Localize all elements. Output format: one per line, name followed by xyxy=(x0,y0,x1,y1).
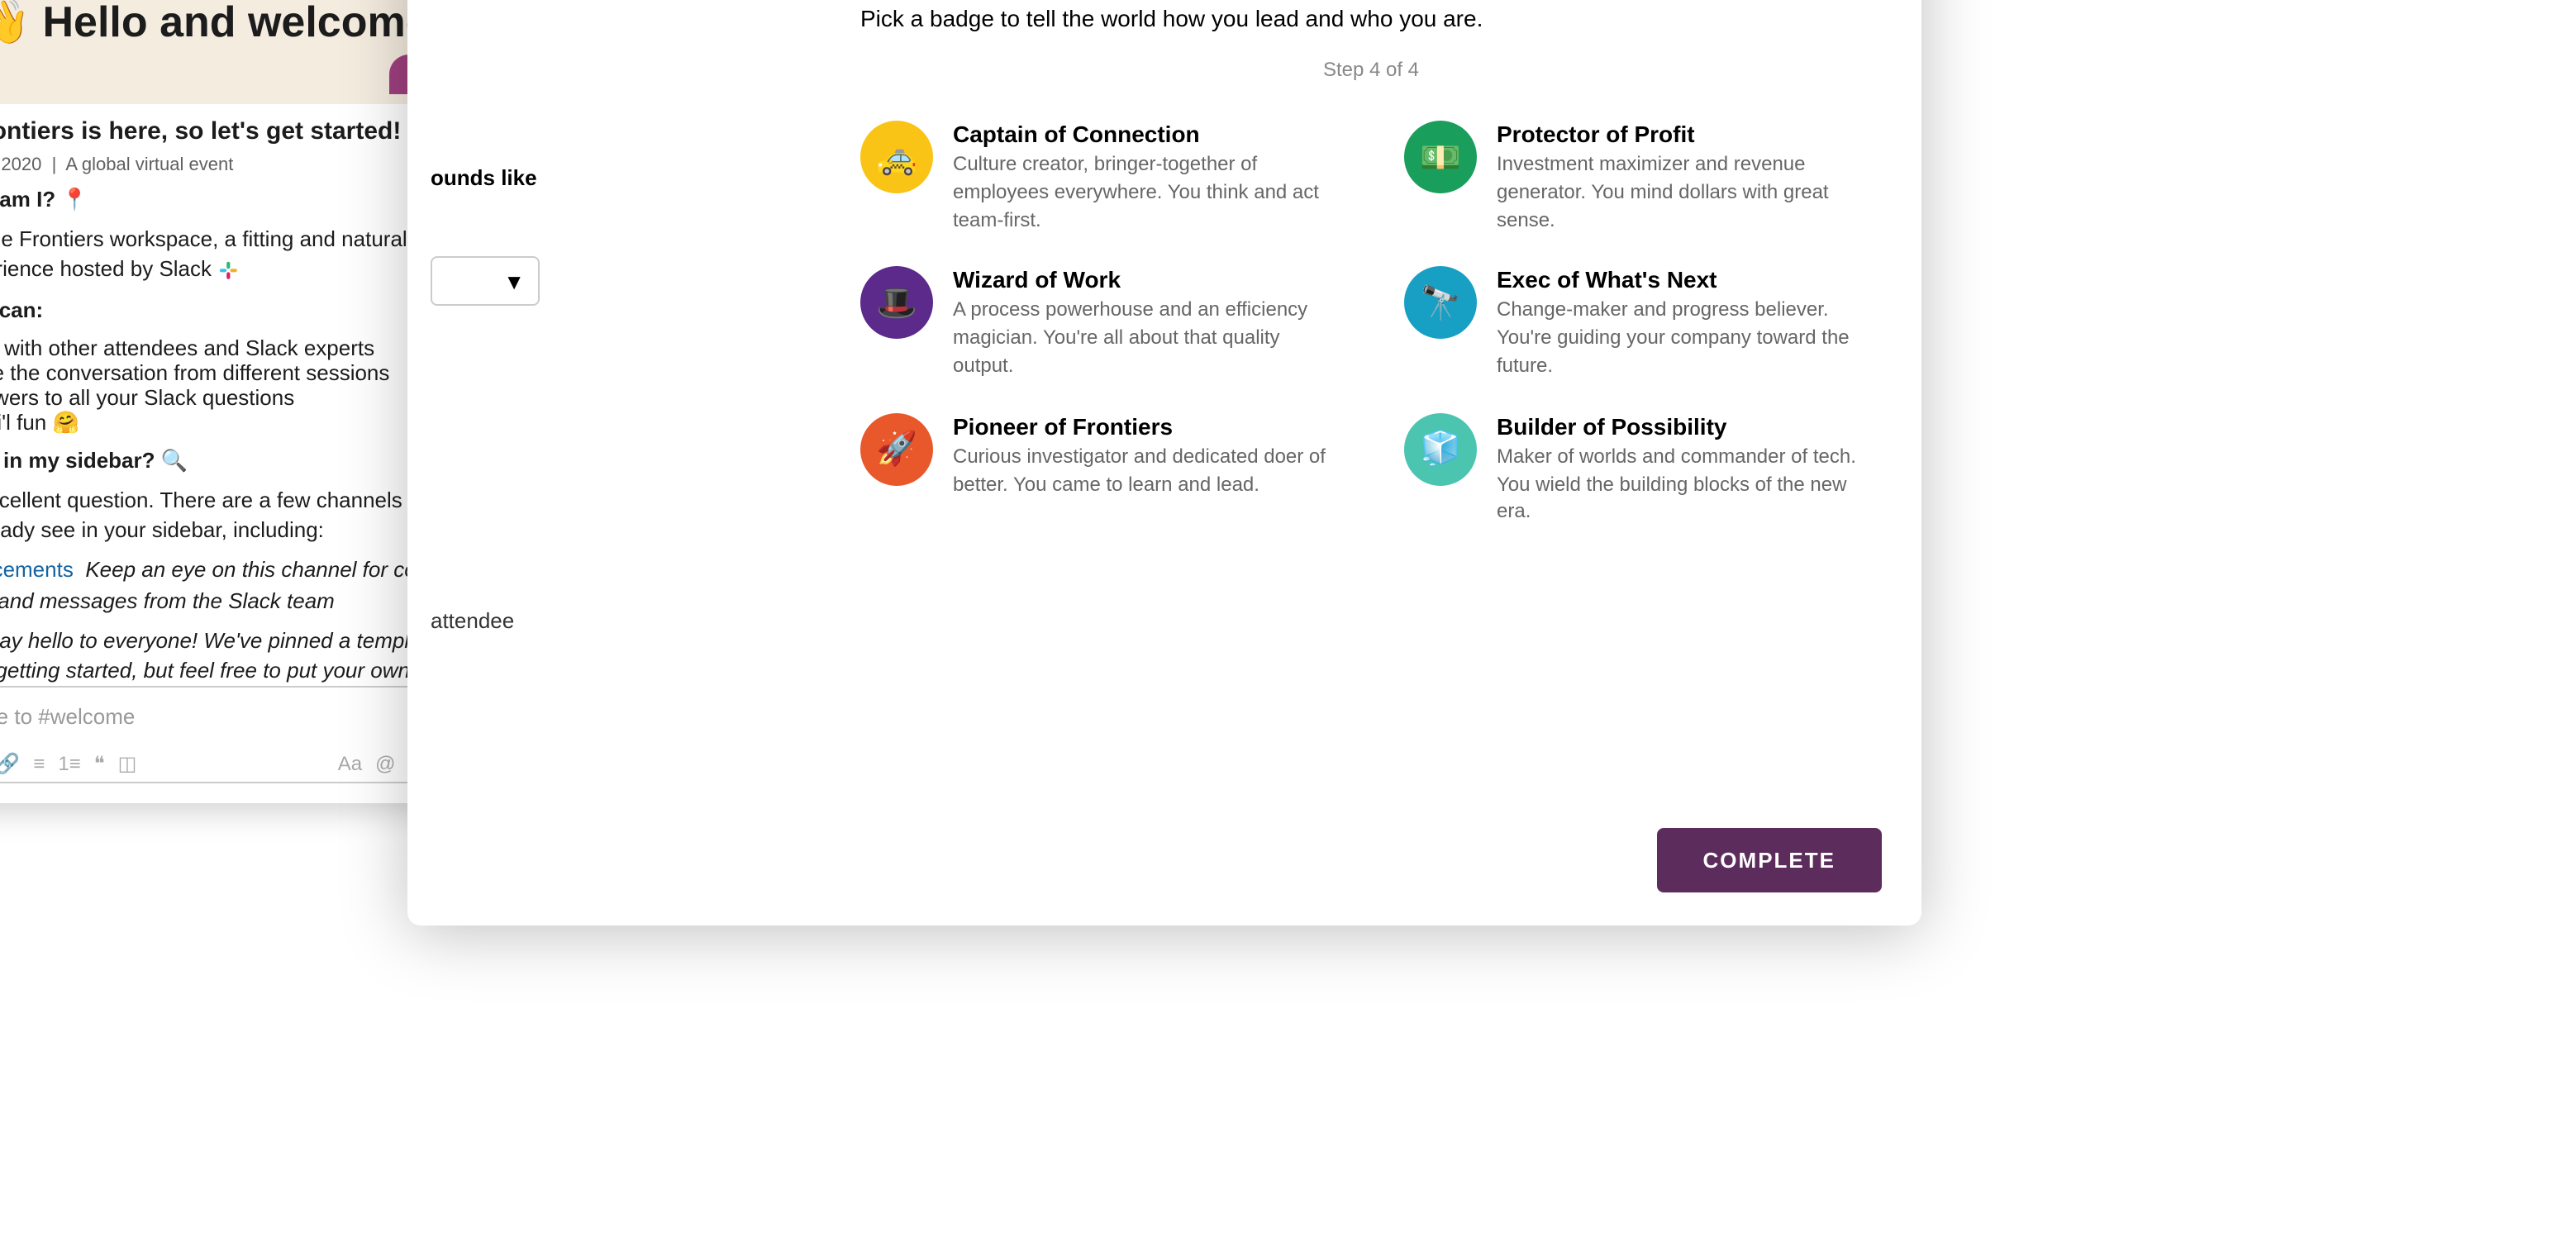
frontiers-modal: ounds like ▼ attendee slack frontiers ⚙ … xyxy=(407,0,1921,926)
badge-icon: 🔭 xyxy=(1404,267,1477,340)
badge-protector-of-profit[interactable]: 💵 Protector of Profit Investment maximizer… xyxy=(1404,121,1882,234)
badge-captain-of-connection[interactable]: 🚕 Captain of Connection Culture creator, b… xyxy=(860,121,1338,234)
badge-desc: Investment maximizer and revenue generat… xyxy=(1497,150,1882,234)
link-icon[interactable]: 🔗 xyxy=(0,752,20,775)
section-q1: 📍 Where am I? 📍 xyxy=(0,187,88,212)
codeblock-icon[interactable]: ◫ xyxy=(118,752,137,775)
badge-icon: 💵 xyxy=(1404,121,1477,193)
badge-desc: Maker of worlds and commander of tech. Y… xyxy=(1497,443,1882,526)
list-icon[interactable]: ≡ xyxy=(33,752,45,775)
badge-icon: 🧊 xyxy=(1404,413,1477,486)
badge-title: Exec of What's Next xyxy=(1497,267,1882,293)
badge-pioneer-of-frontiers[interactable]: 🚀 Pioneer of Frontiers Curious investigato… xyxy=(860,413,1338,526)
badge-icon: 🚕 xyxy=(860,121,933,193)
complete-button[interactable]: COMPLETE xyxy=(1657,828,1882,892)
badge-desc: Change-maker and progress believer. You'… xyxy=(1497,297,1882,380)
background-attendee-peek: attendee xyxy=(431,608,514,633)
link-announcements[interactable]: #announcements xyxy=(0,558,74,583)
dropdown[interactable]: ▼ xyxy=(431,256,540,306)
chevron-down-icon: ▼ xyxy=(503,269,525,293)
section-q2: 🔍 What's in my sidebar? 🔍 xyxy=(0,448,188,473)
badge-exec-of-what-s-next[interactable]: 🔭 Exec of What's Next Change-maker and pro… xyxy=(1404,267,1882,380)
step-indicator: Step 4 of 4 xyxy=(860,58,1882,81)
quote-icon[interactable]: ❝ xyxy=(94,752,105,775)
badge-builder-of-possibility[interactable]: 🧊 Builder of Possibility Maker of worlds a… xyxy=(1404,413,1882,526)
badge-wizard-of-work[interactable]: 🎩 Wizard of Work A process powerhouse and … xyxy=(860,267,1338,380)
badge-desc: Curious investigator and dedicated doer … xyxy=(953,443,1338,498)
mention-icon[interactable]: @ xyxy=(375,752,395,775)
badge-icon: 🎩 xyxy=(860,267,933,340)
badge-title: Builder of Possibility xyxy=(1497,413,1882,440)
badge-title: Captain of Connection xyxy=(953,121,1338,147)
badge-title: Wizard of Work xyxy=(953,267,1338,293)
format-icon[interactable]: Aa xyxy=(338,752,362,775)
numbered-icon[interactable]: 1≡ xyxy=(58,752,80,775)
background-form-peek: ounds like ▼ xyxy=(407,165,540,306)
badge-title: Protector of Profit xyxy=(1497,121,1882,147)
hero-text: 👋 Hello and welcome xyxy=(0,0,430,47)
badge-desc: Culture creator, bringer-together of emp… xyxy=(953,150,1338,234)
badge-desc: A process powerhouse and an efficiency m… xyxy=(953,297,1338,380)
quiz-subheading: Pick a badge to tell the world how you l… xyxy=(860,5,1882,31)
badge-icon: 🚀 xyxy=(860,413,933,486)
badge-title: Pioneer of Frontiers xyxy=(953,413,1338,440)
